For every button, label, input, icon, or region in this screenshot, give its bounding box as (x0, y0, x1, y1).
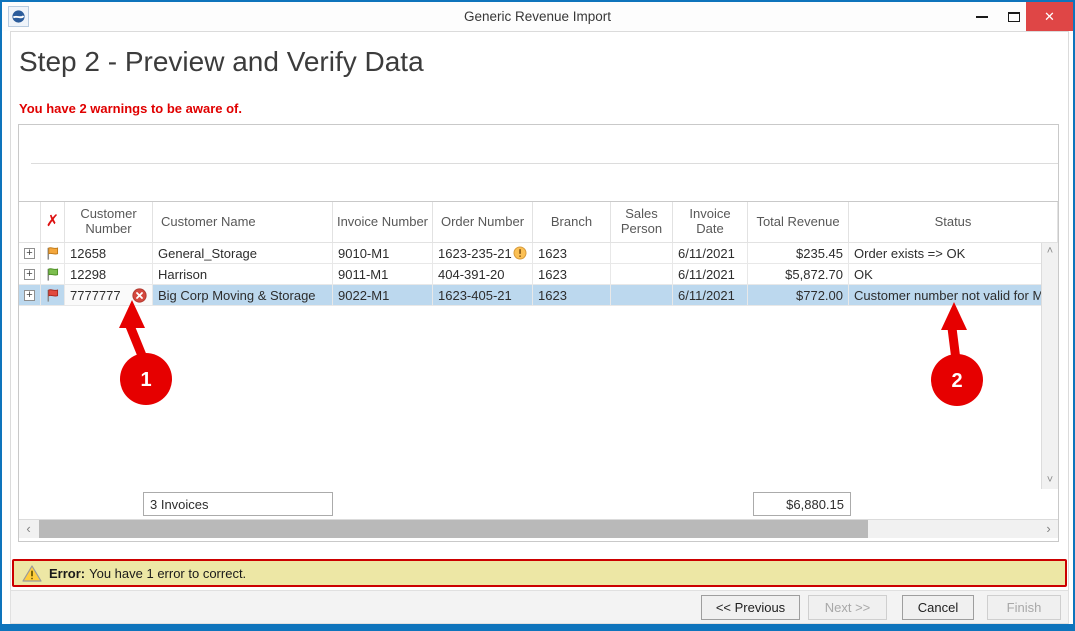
warnings-text: You have 2 warnings to be aware of. (19, 101, 242, 116)
vertical-scrollbar[interactable]: ˄ ˅ (1041, 243, 1058, 489)
column-header-expand (19, 202, 41, 242)
maximize-icon (1008, 12, 1020, 22)
app-logo-icon (11, 9, 26, 24)
close-icon: ✕ (1044, 9, 1055, 25)
invoice-date-cell: 6/11/2021 (673, 243, 748, 263)
total-revenue-cell: $5,872.70 (748, 264, 849, 284)
cancel-button[interactable]: Cancel (902, 595, 974, 620)
expand-icon[interactable]: + (24, 248, 35, 259)
expand-cell: + (19, 243, 41, 263)
summary-invoice-count: 3 Invoices (143, 492, 333, 516)
generic-revenue-import-window: Generic Revenue Import ✕ Step 2 - Previe… (0, 0, 1075, 631)
summary-total-revenue: $6,880.15 (753, 492, 851, 516)
close-button[interactable]: ✕ (1026, 2, 1073, 31)
table-row[interactable]: + 12298 Harrison 9011-M1 404-391-20 1623… (19, 264, 1058, 285)
warning-icon (513, 246, 527, 260)
order-number-cell: 1623-235-21 (433, 243, 533, 263)
column-header-customer-name[interactable]: Customer Name (153, 202, 333, 242)
column-header-sales-person[interactable]: Sales Person (611, 202, 673, 242)
column-header-customer-number[interactable]: Customer Number (65, 202, 153, 242)
column-header-delete[interactable]: ✗ (41, 202, 65, 242)
preview-grid: ✗ Customer Number Customer Name Invoice … (18, 124, 1059, 542)
scroll-left-button[interactable]: ‹ (19, 520, 38, 538)
expand-cell: + (19, 264, 41, 284)
titlebar: Generic Revenue Import ✕ (2, 2, 1073, 31)
column-header-invoice-number[interactable]: Invoice Number (333, 202, 433, 242)
column-header-invoice-date[interactable]: Invoice Date (673, 202, 748, 242)
expand-cell: + (19, 285, 41, 305)
total-revenue-cell: $772.00 (748, 285, 849, 305)
horizontal-scrollbar[interactable]: ‹ › (19, 519, 1058, 538)
error-icon (132, 288, 147, 303)
previous-button[interactable]: << Previous (701, 595, 800, 620)
error-label: Error: (49, 566, 85, 581)
customer-number-value: 7777777 (70, 288, 121, 303)
order-number-value: 1623-235-21 (438, 246, 512, 261)
finish-button[interactable]: Finish (987, 595, 1061, 620)
warning-triangle-icon (22, 565, 42, 582)
customer-number-cell: 12658 (65, 243, 153, 263)
bottom-accent-bar (2, 624, 1073, 629)
status-cell: Order exists => OK (849, 243, 1058, 263)
invoice-number-cell: 9022-M1 (333, 285, 433, 305)
group-panel-divider (31, 163, 1058, 164)
table-row[interactable]: + 12658 General_Storage 9010-M1 1623-235… (19, 243, 1058, 264)
customer-name-cell: Big Corp Moving & Storage (153, 285, 333, 305)
page-title: Step 2 - Preview and Verify Data (19, 46, 424, 78)
column-header-branch[interactable]: Branch (533, 202, 611, 242)
orange-flag-icon (45, 246, 60, 261)
order-number-cell: 1623-405-21 (433, 285, 533, 305)
group-panel (19, 125, 1058, 201)
delete-column-icon: ✗ (46, 213, 59, 231)
error-message: You have 1 error to correct. (89, 566, 246, 581)
column-header-total-revenue[interactable]: Total Revenue (748, 202, 849, 242)
status-cell: OK (849, 264, 1058, 284)
sales-person-cell (611, 285, 673, 305)
sales-person-cell (611, 243, 673, 263)
expand-icon[interactable]: + (24, 269, 35, 280)
next-button[interactable]: Next >> (808, 595, 887, 620)
column-header-order-number[interactable]: Order Number (433, 202, 533, 242)
customer-number-cell: 12298 (65, 264, 153, 284)
grid-body: + 12658 General_Storage 9010-M1 1623-235… (19, 243, 1058, 489)
branch-cell: 1623 (533, 264, 611, 284)
invoice-number-cell: 9010-M1 (333, 243, 433, 263)
app-icon (8, 6, 29, 27)
customer-name-cell: General_Storage (153, 243, 333, 263)
order-number-cell: 404-391-20 (433, 264, 533, 284)
minimize-button[interactable] (967, 2, 997, 31)
flag-cell (41, 264, 65, 284)
table-row-selected[interactable]: + 7777777 Big Corp Moving & Storage (19, 285, 1058, 306)
green-flag-icon (45, 267, 60, 282)
hscroll-thumb[interactable] (39, 520, 868, 538)
maximize-button[interactable] (999, 2, 1029, 31)
window-title: Generic Revenue Import (2, 2, 1073, 31)
status-cell: Customer number not valid for M... (849, 285, 1058, 305)
button-panel: << Previous Next >> Cancel Finish (10, 590, 1069, 624)
scroll-down-button[interactable]: ˅ (1042, 472, 1058, 489)
customer-name-cell: Harrison (153, 264, 333, 284)
flag-cell (41, 243, 65, 263)
grid-header-row: ✗ Customer Number Customer Name Invoice … (19, 201, 1058, 243)
scroll-up-button[interactable]: ˄ (1042, 243, 1058, 260)
customer-number-cell: 7777777 (65, 285, 153, 305)
expand-icon[interactable]: + (24, 290, 35, 301)
sales-person-cell (611, 264, 673, 284)
branch-cell: 1623 (533, 243, 611, 263)
error-banner: Error: You have 1 error to correct. (12, 559, 1067, 587)
branch-cell: 1623 (533, 285, 611, 305)
flag-cell (41, 285, 65, 305)
grid-summary-row: 3 Invoices $6,880.15 (19, 489, 1058, 519)
red-flag-icon (45, 288, 60, 303)
scroll-right-button[interactable]: › (1039, 520, 1058, 538)
minimize-icon (976, 16, 988, 18)
invoice-date-cell: 6/11/2021 (673, 264, 748, 284)
invoice-date-cell: 6/11/2021 (673, 285, 748, 305)
total-revenue-cell: $235.45 (748, 243, 849, 263)
invoice-number-cell: 9011-M1 (333, 264, 433, 284)
column-header-status[interactable]: Status (849, 202, 1058, 242)
